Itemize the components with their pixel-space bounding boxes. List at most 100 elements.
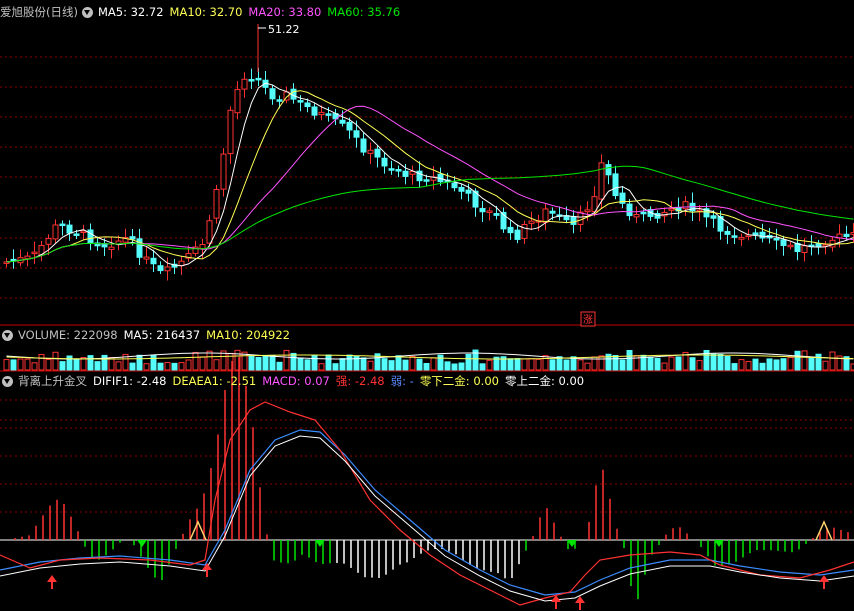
volume-bar [584, 362, 591, 371]
volume-bar [780, 358, 787, 371]
candle-body [73, 233, 80, 236]
volume-bar [612, 355, 619, 371]
volume-bar [304, 359, 311, 371]
chevron-down-icon[interactable] [2, 375, 13, 387]
candle-body [710, 215, 717, 219]
volume-bar [31, 362, 38, 371]
svg-text:涨: 涨 [583, 314, 593, 326]
volume-bar [409, 355, 416, 371]
price-header: 爱旭股份(日线) MA5: 32.72 MA10: 32.70 MA20: 33… [0, 3, 406, 21]
zhang-badge: 涨 [580, 311, 596, 327]
volume-bar [10, 359, 17, 371]
volume-bar [332, 363, 339, 371]
candle-body [325, 113, 332, 116]
candle-body [353, 130, 360, 138]
volume-bar [297, 357, 304, 371]
candle-body [227, 109, 234, 155]
volume-bar [661, 362, 668, 371]
candle-body [486, 210, 493, 213]
candle-body [752, 232, 759, 236]
volume-bar [157, 362, 164, 371]
candle-body [206, 220, 213, 244]
chevron-down-icon[interactable] [81, 6, 93, 18]
chevron-down-icon[interactable] [2, 329, 13, 341]
candle-body [269, 88, 276, 100]
candle-body [199, 244, 206, 249]
volume-chart[interactable] [3, 349, 854, 371]
candle-body [367, 149, 374, 154]
volume-bar [731, 363, 738, 371]
candle-body [577, 211, 584, 225]
volume-bar [311, 354, 318, 371]
candle-body [528, 220, 535, 224]
candle-body [234, 89, 241, 114]
volume-bar [325, 354, 332, 371]
candle-body [759, 231, 766, 239]
candlestick-chart[interactable] [3, 24, 854, 281]
volume-bar [17, 358, 24, 371]
candle-body [248, 79, 255, 82]
candle-body [479, 208, 486, 213]
volume-bar [444, 361, 451, 371]
volume-bar [787, 357, 794, 371]
volume-bar [66, 355, 73, 371]
candle-body [311, 106, 318, 116]
stock-chart[interactable]: 51.22 涨 [0, 0, 854, 611]
candle-body [549, 210, 556, 214]
zero-down-label: 零下二金: 0.00 [419, 374, 499, 388]
volume-bar [458, 362, 465, 371]
volume-bar [59, 361, 66, 371]
volume-bar [290, 352, 297, 371]
volume-bar [346, 354, 353, 371]
volume-bar [598, 355, 605, 371]
candle-body [129, 236, 136, 240]
vol-ma10-label: MA10: 204922 [206, 328, 290, 342]
volume-bar [318, 363, 325, 371]
volume-bar [164, 362, 171, 371]
volume-bar [402, 359, 409, 371]
candle-body [164, 266, 171, 272]
volume-bar [178, 362, 185, 371]
volume-bar [626, 350, 633, 371]
volume-bar [563, 359, 570, 371]
volume-bar [724, 355, 731, 371]
volume-bar [206, 350, 213, 371]
volume-bar [829, 351, 836, 371]
candle-body [780, 239, 787, 247]
buy-arrow-icon [47, 575, 57, 582]
candle-body [360, 138, 367, 153]
candle-body [801, 245, 808, 253]
volume-bar [479, 363, 486, 371]
volume-bar [647, 356, 654, 371]
volume-bar [465, 353, 472, 371]
candle-body [787, 244, 794, 248]
high-price-label: 51.22 [268, 23, 300, 36]
volume-bar [689, 357, 696, 371]
candle-body [318, 111, 325, 116]
volume-bar [675, 356, 682, 371]
candle-body [458, 186, 465, 192]
zero-up-label: 零上二金: 0.00 [504, 374, 585, 388]
volume-bar [696, 360, 703, 371]
volume-bar [248, 355, 255, 371]
candle-body [381, 157, 388, 167]
volume-bar [759, 362, 766, 371]
candle-body [52, 224, 59, 240]
candle-body [542, 208, 549, 223]
candle-body [843, 233, 850, 238]
candle-body [626, 203, 633, 217]
volume-bar [815, 353, 822, 371]
volume-bar [752, 358, 759, 371]
ma60-label: MA60: 35.76 [327, 5, 401, 19]
strong-line [0, 401, 854, 606]
candle-body [640, 211, 647, 215]
candle-body [143, 256, 150, 260]
candle-body [150, 257, 157, 265]
volume-bar [199, 356, 206, 371]
volume-bar [745, 361, 752, 371]
candle-body [178, 260, 185, 267]
candle-body [395, 168, 402, 172]
candle-body [612, 173, 619, 197]
candle-body [724, 230, 731, 235]
candle-body [493, 213, 500, 216]
